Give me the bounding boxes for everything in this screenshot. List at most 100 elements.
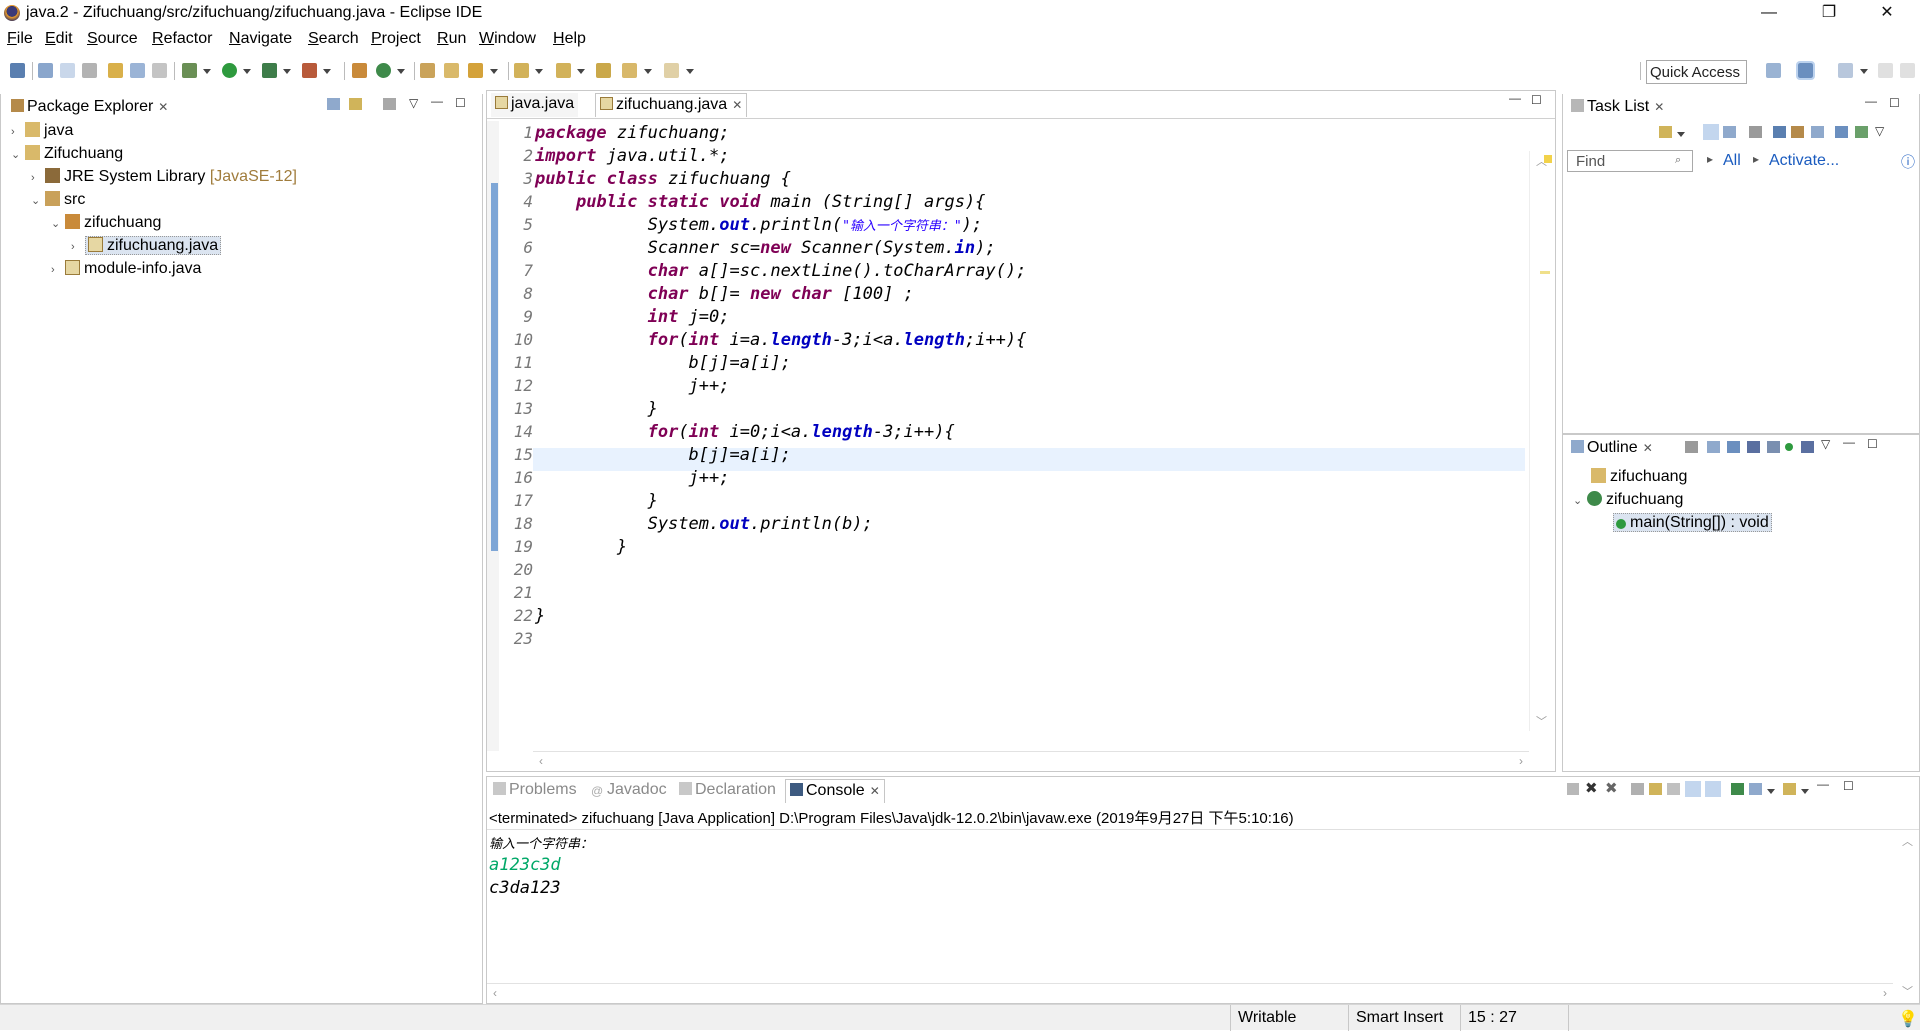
all-link[interactable]: All: [1723, 152, 1741, 170]
word-wrap-icon[interactable]: [1667, 783, 1680, 795]
close-icon[interactable]: ✕: [1654, 100, 1664, 114]
code-line[interactable]: }: [535, 537, 627, 557]
maximize-icon[interactable]: ☐: [1867, 437, 1878, 451]
chevron-down-icon[interactable]: [644, 69, 652, 74]
scroll-up-icon[interactable]: ︿: [1902, 833, 1913, 849]
run-icon[interactable]: [222, 63, 237, 78]
code-line[interactable]: Scanner sc=new Scanner(System.in);: [535, 238, 996, 258]
chevron-right-icon[interactable]: ›: [11, 121, 25, 143]
forward-icon[interactable]: [664, 63, 679, 78]
tree-item-zifuchuang-project[interactable]: ⌄ Zifuchuang: [11, 143, 123, 165]
hide-fields-icon[interactable]: [1747, 441, 1760, 453]
tab-javadoc[interactable]: @ Javadoc: [587, 779, 671, 803]
last-edit-icon[interactable]: [596, 63, 611, 78]
show-whitespace-icon[interactable]: [152, 63, 167, 78]
chevron-down-icon[interactable]: [397, 69, 405, 74]
tree-item-jre-library[interactable]: › JRE System Library [JavaSE-12]: [31, 166, 297, 188]
new-package-icon[interactable]: [352, 63, 367, 78]
code-line[interactable]: for(int i=a.length-3;i<a.length;i++){: [535, 330, 1027, 350]
menu-help[interactable]: Help: [553, 30, 586, 48]
scroll-down-icon[interactable]: ﹀: [1902, 983, 1913, 999]
tab-outline[interactable]: Outline ✕: [1567, 437, 1657, 461]
code-line[interactable]: public static void main (String[] args){: [535, 192, 985, 212]
close-icon[interactable]: ✕: [732, 98, 742, 112]
lightbulb-icon[interactable]: 💡: [1898, 1009, 1918, 1029]
minimize-icon[interactable]: [1878, 63, 1893, 78]
restore-button[interactable]: ❐: [1806, 0, 1852, 26]
close-button[interactable]: ✕: [1864, 0, 1910, 26]
open-type-icon[interactable]: [420, 63, 435, 78]
scheduled-icon[interactable]: [1723, 126, 1736, 138]
code-line[interactable]: public class zifuchuang {: [535, 169, 791, 189]
coverage-icon[interactable]: [262, 63, 277, 78]
code-line[interactable]: System.out.println("输入一个字符串：");: [535, 215, 983, 235]
back-icon[interactable]: [622, 63, 637, 78]
code-line[interactable]: for(int i=0;i<a.length-3;i++){: [535, 422, 955, 442]
view-menu-icon[interactable]: ▽: [409, 96, 418, 110]
scroll-down-icon[interactable]: ﹀: [1536, 713, 1547, 729]
help-icon[interactable]: ⓘ: [1901, 152, 1915, 172]
chevron-down-icon[interactable]: ⌄: [11, 144, 25, 166]
previous-annotation-icon[interactable]: [556, 63, 571, 78]
minimize-icon[interactable]: —: [431, 94, 443, 108]
tree-item-module-info[interactable]: › module-info.java: [51, 258, 201, 280]
tab-task-list[interactable]: Task List ✕: [1567, 96, 1668, 120]
maximize-icon[interactable]: ☐: [455, 96, 466, 110]
collapse-all-icon[interactable]: [327, 98, 340, 110]
task-repositories-icon[interactable]: [1835, 126, 1848, 138]
refresh-icon[interactable]: [1855, 126, 1868, 138]
activate-link[interactable]: Activate...: [1769, 152, 1839, 170]
code-line[interactable]: char b[]= new char [100] ;: [535, 284, 914, 304]
hide-non-public-icon[interactable]: [1785, 443, 1793, 451]
chevron-down-icon[interactable]: [203, 69, 211, 74]
close-icon[interactable]: ✕: [158, 100, 168, 114]
chevron-down-icon[interactable]: [1677, 132, 1685, 137]
clear-console-icon[interactable]: [1631, 783, 1644, 795]
java-perspective-icon[interactable]: [1796, 61, 1815, 80]
tab-console[interactable]: Console ✕: [785, 779, 885, 803]
scroll-left-icon[interactable]: ‹: [539, 754, 543, 768]
remove-launch-icon[interactable]: ✖: [1585, 779, 1598, 797]
chevron-down-icon[interactable]: ⌄: [31, 190, 45, 212]
new-task-icon[interactable]: [1659, 126, 1672, 138]
code-line[interactable]: import java.util.*;: [535, 146, 729, 166]
menu-source[interactable]: Source: [87, 30, 138, 48]
close-icon[interactable]: ✕: [870, 784, 880, 798]
toggle-mark-icon[interactable]: [108, 63, 123, 78]
chevron-down-icon[interactable]: [535, 69, 543, 74]
open-perspective-icon[interactable]: [1766, 63, 1781, 78]
chevron-down-icon[interactable]: ⌄: [1573, 490, 1587, 512]
view-menu-icon[interactable]: ▽: [1875, 124, 1884, 138]
chevron-down-icon[interactable]: [490, 69, 498, 74]
tree-item-zifuchuang-java[interactable]: › zifuchuang.java: [71, 235, 222, 257]
chevron-down-icon[interactable]: [1767, 789, 1775, 794]
tab-declaration[interactable]: Declaration: [675, 779, 780, 803]
sort-icon[interactable]: [1727, 441, 1740, 453]
show-stdout-icon[interactable]: [1685, 781, 1701, 797]
focus-icon[interactable]: [1749, 126, 1762, 138]
menu-edit[interactable]: Edit: [45, 30, 73, 48]
horizontal-scrollbar[interactable]: ‹ ›: [533, 751, 1529, 771]
tree-item-src[interactable]: ⌄ src: [31, 189, 85, 211]
chevron-down-icon[interactable]: ⌄: [51, 213, 65, 235]
link-with-editor-icon[interactable]: [349, 98, 362, 110]
collapse-all-icon[interactable]: [1707, 441, 1720, 453]
tab-java-java[interactable]: java.java: [491, 93, 579, 117]
chevron-right-icon[interactable]: ›: [51, 259, 65, 281]
filter-icon[interactable]: [383, 98, 396, 110]
focus-icon[interactable]: [1685, 441, 1698, 453]
new-icon[interactable]: [10, 63, 25, 78]
selected-tree-item[interactable]: zifuchuang.java: [85, 236, 222, 255]
outline-item-main-method[interactable]: main(String[]) : void: [1613, 512, 1772, 534]
scroll-lock-icon[interactable]: [1649, 783, 1662, 795]
tab-problems[interactable]: Problems: [489, 779, 581, 803]
maximize-icon[interactable]: ☐: [1889, 96, 1900, 110]
collapse-all-icon[interactable]: [1811, 126, 1824, 138]
show-stderr-icon[interactable]: [1705, 781, 1721, 797]
chevron-down-icon[interactable]: [243, 69, 251, 74]
minimize-icon[interactable]: —: [1843, 435, 1855, 449]
minimize-icon[interactable]: —: [1817, 777, 1829, 791]
close-icon[interactable]: ✕: [1643, 441, 1653, 455]
new-class-icon[interactable]: [376, 63, 391, 78]
menu-project[interactable]: Project: [371, 30, 421, 48]
